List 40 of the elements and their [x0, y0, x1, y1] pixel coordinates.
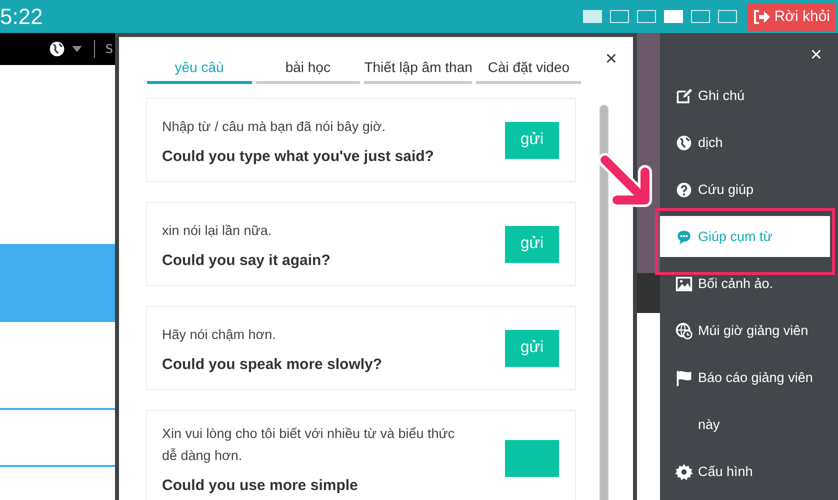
- flag-icon: [675, 369, 693, 387]
- sidebar-item[interactable]: Báo cáo giảng viên này: [660, 354, 838, 448]
- leave-button[interactable]: Rời khỏi: [747, 2, 836, 30]
- layout-button[interactable]: [637, 10, 656, 23]
- sidebar-item[interactable]: dịch: [660, 119, 838, 166]
- phrase-text: Could you speak more slowly?: [162, 356, 384, 372]
- layout-button[interactable]: [610, 10, 630, 23]
- note-icon: [675, 87, 693, 105]
- clock-time: 5:22: [0, 4, 43, 30]
- phrase-translation: Xin vui lòng cho tôi biết với nhiều từ và biểu thức dễ dàng hơn.: [162, 425, 456, 465]
- exit-icon: [753, 8, 772, 24]
- close-button[interactable]: ×: [804, 43, 828, 68]
- layout-button[interactable]: [718, 10, 738, 23]
- globe-icon[interactable]: [48, 40, 66, 58]
- globe-clock-icon: [675, 322, 693, 340]
- phrase-text: Could you say it again?: [162, 252, 332, 268]
- phrase-text: Could you type what you've just said?: [162, 148, 435, 164]
- phrase-translation: xin nói lại lần nữa.: [162, 222, 273, 240]
- close-button[interactable]: ×: [599, 47, 623, 72]
- sidebar-item[interactable]: Bối cảnh ảo.: [660, 260, 838, 307]
- image-icon: [675, 275, 693, 293]
- chat-bubble-icon: [675, 228, 693, 246]
- tab[interactable]: bài học: [256, 59, 360, 84]
- layout-button[interactable]: [583, 10, 602, 23]
- help-icon: [675, 181, 693, 199]
- layout-button[interactable]: [691, 10, 710, 23]
- globe-icon: [675, 134, 693, 152]
- tab[interactable]: Cài đặt video: [476, 59, 581, 84]
- tab[interactable]: Thiết lập âm than: [364, 59, 472, 84]
- sidebar-item[interactable]: Múi giờ giảng viên: [660, 307, 838, 354]
- sidebar-item[interactable]: Ghi chú: [660, 72, 838, 119]
- scrollbar[interactable]: [599, 105, 609, 500]
- settings-icon: [675, 463, 693, 481]
- sidebar-item[interactable]: Cứu giúp: [660, 166, 838, 213]
- phrase-translation: Hãy nói chậm hơn.: [162, 326, 277, 344]
- caret-icon[interactable]: [72, 46, 82, 52]
- sidebar-item[interactable]: Cấu hình: [660, 448, 838, 495]
- phrase-translation: Nhập từ / câu mà bạn đã nói bây giờ.: [162, 118, 387, 136]
- nav-text: S: [105, 42, 113, 56]
- phrase-text: Could you use more simple: [162, 477, 359, 494]
